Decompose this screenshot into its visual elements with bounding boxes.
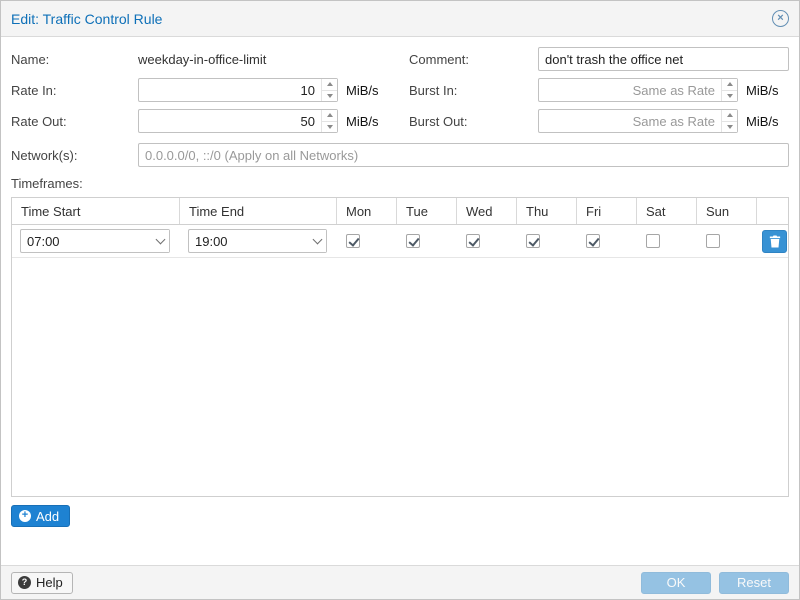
networks-input[interactable] bbox=[138, 143, 789, 167]
name-label: Name: bbox=[11, 52, 138, 67]
question-circle-icon bbox=[18, 576, 31, 589]
column-header-sat[interactable]: Sat bbox=[637, 198, 697, 224]
ok-button-label: OK bbox=[667, 575, 686, 590]
traffic-control-rule-dialog: Edit: Traffic Control Rule Name: weekday… bbox=[0, 0, 800, 600]
rate-out-spinner bbox=[321, 110, 337, 132]
plus-circle-icon bbox=[19, 510, 31, 522]
close-icon[interactable] bbox=[772, 10, 789, 27]
dialog-title: Edit: Traffic Control Rule bbox=[11, 11, 162, 27]
spinner-down-icon[interactable] bbox=[722, 122, 737, 133]
comment-label: Comment: bbox=[409, 52, 538, 67]
row-networks: Network(s): bbox=[11, 143, 789, 167]
ok-button[interactable]: OK bbox=[641, 572, 711, 594]
timeframes-grid: Time Start Time End Mon Tue Wed Thu Fri … bbox=[11, 197, 789, 497]
checkbox-tue[interactable] bbox=[406, 234, 420, 248]
dialog-body: Name: weekday-in-office-limit Comment: R… bbox=[1, 37, 799, 565]
spinner-down-icon[interactable] bbox=[322, 122, 337, 133]
timeframes-label: Timeframes: bbox=[11, 176, 789, 191]
burst-out-label: Burst Out: bbox=[409, 114, 538, 129]
rate-out-input[interactable] bbox=[138, 109, 338, 133]
grid-header: Time Start Time End Mon Tue Wed Thu Fri … bbox=[12, 198, 788, 225]
rate-in-input[interactable] bbox=[138, 78, 338, 102]
rate-in-label: Rate In: bbox=[11, 83, 138, 98]
checkbox-fri[interactable] bbox=[586, 234, 600, 248]
time-end-combo bbox=[188, 229, 327, 253]
column-header-sun[interactable]: Sun bbox=[697, 198, 757, 224]
spinner-up-icon[interactable] bbox=[722, 79, 737, 91]
burst-out-input[interactable] bbox=[538, 109, 738, 133]
networks-label: Network(s): bbox=[11, 148, 138, 163]
column-header-fri[interactable]: Fri bbox=[577, 198, 637, 224]
burst-out-spinner bbox=[721, 110, 737, 132]
burst-in-unit: MiB/s bbox=[746, 83, 779, 98]
delete-row-button[interactable] bbox=[762, 230, 787, 253]
checkbox-sun[interactable] bbox=[706, 234, 720, 248]
grid-body bbox=[12, 225, 788, 496]
time-start-combo bbox=[20, 229, 170, 253]
trash-icon bbox=[769, 235, 781, 248]
burst-out-unit: MiB/s bbox=[746, 114, 779, 129]
time-start-input[interactable] bbox=[20, 229, 170, 253]
name-value: weekday-in-office-limit bbox=[138, 52, 266, 67]
checkbox-mon[interactable] bbox=[346, 234, 360, 248]
column-header-thu[interactable]: Thu bbox=[517, 198, 577, 224]
rate-out-label: Rate Out: bbox=[11, 114, 138, 129]
timeframe-row[interactable] bbox=[12, 225, 788, 258]
chevron-down-icon[interactable] bbox=[308, 230, 326, 252]
help-button-label: Help bbox=[36, 575, 63, 590]
comment-input[interactable] bbox=[538, 47, 789, 71]
burst-in-spinner bbox=[721, 79, 737, 101]
dialog-titlebar: Edit: Traffic Control Rule bbox=[1, 1, 799, 37]
column-header-time-start[interactable]: Time Start bbox=[12, 198, 180, 224]
reset-button-label: Reset bbox=[737, 575, 771, 590]
spinner-up-icon[interactable] bbox=[322, 79, 337, 91]
help-button[interactable]: Help bbox=[11, 572, 73, 594]
column-header-mon[interactable]: Mon bbox=[337, 198, 397, 224]
spinner-down-icon[interactable] bbox=[322, 91, 337, 102]
checkbox-wed[interactable] bbox=[466, 234, 480, 248]
burst-in-label: Burst In: bbox=[409, 83, 538, 98]
reset-button[interactable]: Reset bbox=[719, 572, 789, 594]
chevron-down-icon[interactable] bbox=[151, 230, 169, 252]
checkbox-thu[interactable] bbox=[526, 234, 540, 248]
spinner-up-icon[interactable] bbox=[722, 110, 737, 122]
row-name-comment: Name: weekday-in-office-limit Comment: bbox=[11, 47, 789, 71]
spinner-up-icon[interactable] bbox=[322, 110, 337, 122]
row-rate-in-burst-in: Rate In: MiB/s Burst In: bbox=[11, 78, 789, 102]
add-button-label: Add bbox=[36, 509, 59, 524]
column-header-wed[interactable]: Wed bbox=[457, 198, 517, 224]
time-end-input[interactable] bbox=[188, 229, 327, 253]
burst-in-input[interactable] bbox=[538, 78, 738, 102]
add-button[interactable]: Add bbox=[11, 505, 70, 527]
column-header-time-end[interactable]: Time End bbox=[180, 198, 337, 224]
rate-in-spinner bbox=[321, 79, 337, 101]
spinner-down-icon[interactable] bbox=[722, 91, 737, 102]
checkbox-sat[interactable] bbox=[646, 234, 660, 248]
rate-out-unit: MiB/s bbox=[346, 114, 379, 129]
column-header-tue[interactable]: Tue bbox=[397, 198, 457, 224]
column-header-actions bbox=[757, 198, 792, 224]
rate-in-unit: MiB/s bbox=[346, 83, 379, 98]
dialog-footer: Help OK Reset bbox=[1, 565, 799, 599]
row-rate-out-burst-out: Rate Out: MiB/s Burst Out: bbox=[11, 109, 789, 133]
